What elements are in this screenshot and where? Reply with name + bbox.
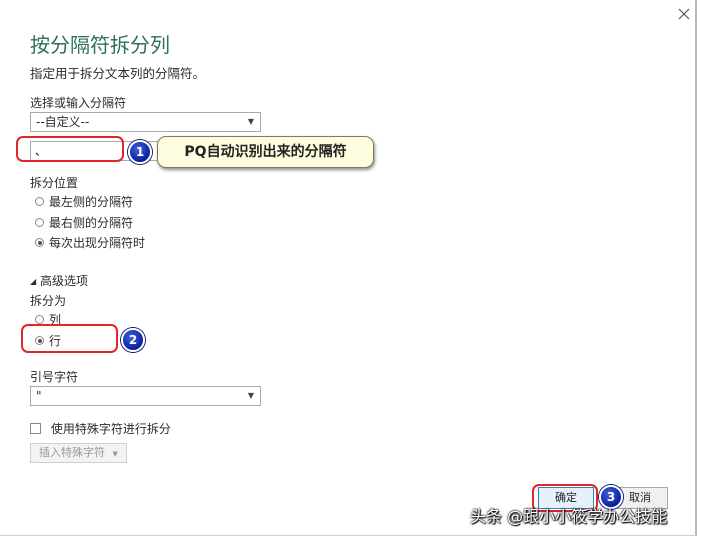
highlight-rows-option [21,324,118,353]
quote-char-value: " [36,389,42,403]
radio-each-occurrence-label: 每次出现分隔符时 [49,236,146,250]
chevron-down-icon: ▼ [247,391,254,400]
insert-special-char-label: 插入特殊字符 [39,446,105,459]
triangle-down-icon: ◢ [30,277,37,286]
insert-special-char-button[interactable]: 插入特殊字符 ▼ [30,443,127,463]
dialog-subtitle: 指定用于拆分文本列的分隔符。 [30,66,206,81]
step-badge-2: 2 [121,328,145,352]
chevron-down-icon: ▼ [112,450,118,458]
quote-char-select[interactable]: " ▼ [30,386,261,406]
special-chars-label: 使用特殊字符进行拆分 [50,422,171,436]
special-chars-checkbox-row[interactable]: 使用特殊字符进行拆分 [30,420,171,437]
radio-indicator [35,197,44,206]
advanced-options-label: 高级选项 [39,274,88,288]
split-position-label: 拆分位置 [30,176,79,190]
radio-indicator [35,238,44,247]
radio-each-occurrence[interactable]: 每次出现分隔符时 [35,234,145,251]
annotation-callout: PQ自动识别出来的分隔符 [157,136,374,168]
advanced-options-toggle[interactable]: ◢ 高级选项 [30,272,88,289]
radio-indicator [35,218,44,227]
delimiter-select-value: --自定义-- [36,115,90,129]
radio-leftmost[interactable]: 最左侧的分隔符 [35,193,133,210]
step-badge-1: 1 [128,140,152,164]
dialog-title: 按分隔符拆分列 [30,33,170,57]
radio-leftmost-label: 最左侧的分隔符 [49,195,134,209]
special-chars-checkbox[interactable] [30,423,41,434]
quote-char-label: 引号字符 [30,370,79,384]
radio-rightmost-label: 最右侧的分隔符 [49,216,134,230]
highlight-delimiter-input [16,136,124,162]
delimiter-select[interactable]: --自定义-- ▼ [30,112,261,132]
chevron-down-icon: ▼ [247,117,254,126]
close-icon[interactable] [674,4,694,24]
radio-rightmost[interactable]: 最右侧的分隔符 [35,214,133,231]
radio-indicator [35,315,44,324]
delimiter-label: 选择或输入分隔符 [30,96,127,110]
watermark: 头条 @跟小小筱学办公技能 [470,507,668,526]
split-into-label: 拆分为 [30,294,67,308]
